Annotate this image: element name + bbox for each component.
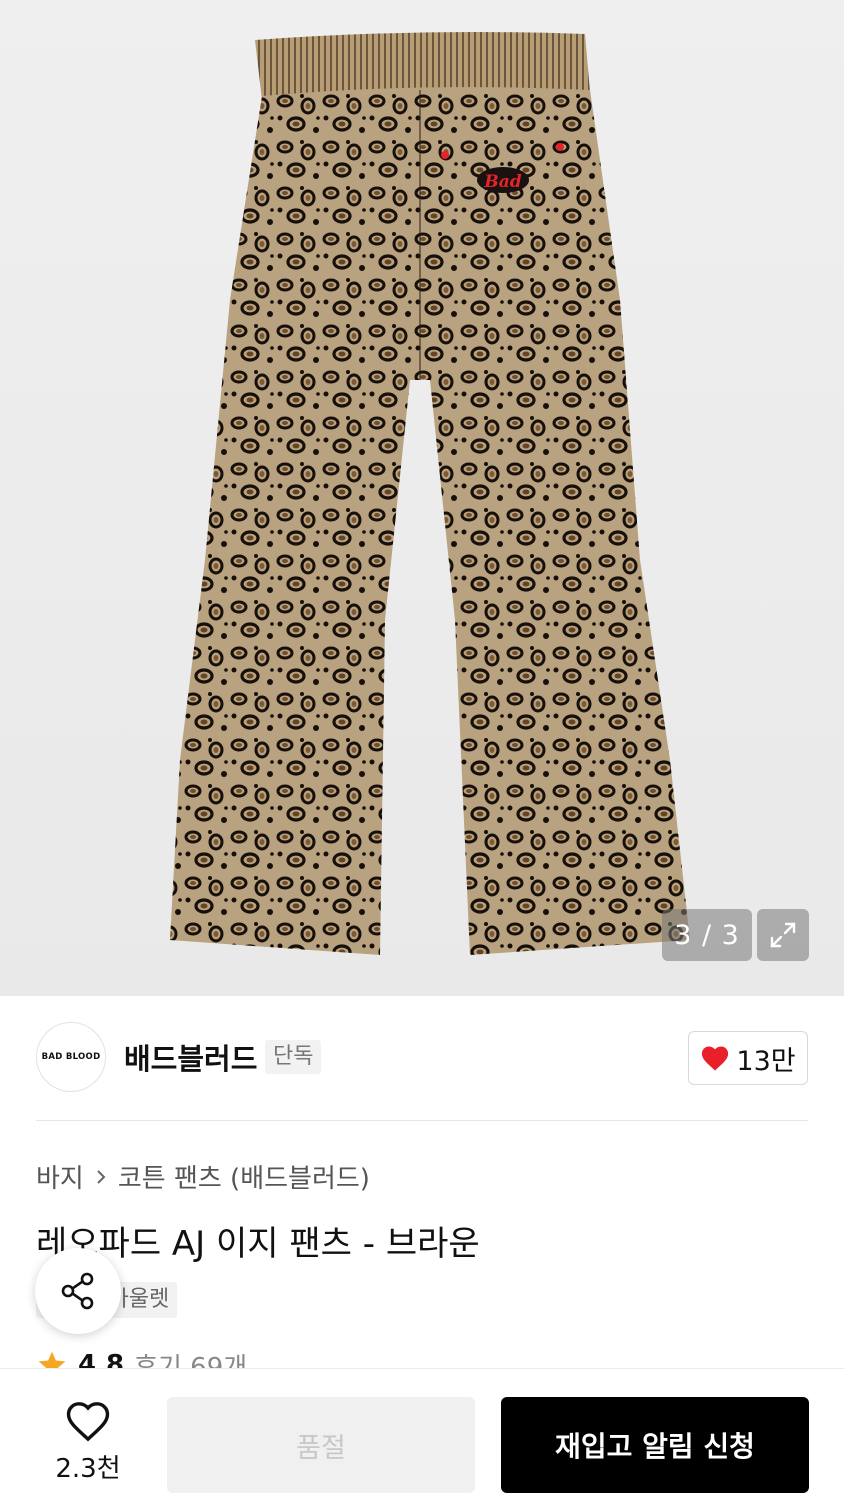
brand-row: BAD BLOOD 배드블러드 단독 13만 <box>36 1022 808 1094</box>
image-counter: 3 / 3 <box>662 909 752 961</box>
brand-logo[interactable]: BAD BLOOD <box>36 1022 106 1092</box>
expand-icon <box>770 922 796 948</box>
brand-exclusive-badge: 단독 <box>265 1040 322 1074</box>
breadcrumb-category[interactable]: 바지 <box>36 1158 84 1195</box>
brand-like-button[interactable]: 13만 <box>688 1031 808 1085</box>
share-icon <box>61 1272 94 1310</box>
heart-outline-icon <box>66 1402 110 1442</box>
brand-name[interactable]: 배드블러드 <box>124 1036 257 1078</box>
soldout-button: 품절 <box>167 1397 475 1493</box>
wishlist-count: 2.3천 <box>55 1454 121 1484</box>
restock-alert-button[interactable]: 재입고 알림 신청 <box>501 1397 809 1493</box>
share-button[interactable] <box>35 1248 121 1334</box>
breadcrumb: 바지 코튼 팬츠 (배드블러드) <box>36 1158 370 1195</box>
expand-image-button[interactable] <box>757 909 809 961</box>
product-image-gallery[interactable]: Bad 3 / 3 <box>0 0 844 996</box>
heart-filled-icon <box>702 1046 729 1071</box>
product-image: Bad <box>170 32 690 955</box>
pocket-logo: Bad <box>483 172 521 192</box>
breadcrumb-subcategory[interactable]: 코튼 팬츠 (배드블러드) <box>118 1158 370 1195</box>
divider <box>36 1120 808 1121</box>
brand-like-count: 13만 <box>736 1045 796 1077</box>
chevron-right-icon <box>97 1169 106 1184</box>
wishlist-button[interactable]: 2.3천 <box>48 1400 128 1490</box>
